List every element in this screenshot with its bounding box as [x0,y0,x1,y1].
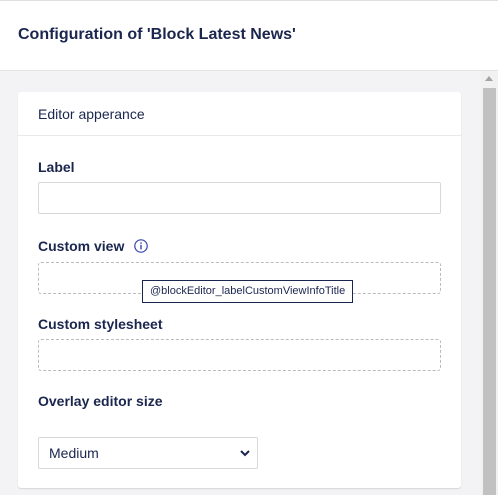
chevron-down-icon [240,450,250,457]
vertical-scrollbar[interactable] [481,71,498,495]
overlay-size-field-label: Overlay editor size [38,393,163,409]
dialog-header: Configuration of 'Block Latest News' [0,0,498,71]
scroll-up-arrow-icon[interactable] [485,76,493,81]
editor-appearance-card: Editor apperance Label Custom view Custo… [18,92,461,488]
card-title: Editor apperance [38,106,145,122]
card-header: Editor apperance [18,92,461,136]
overlay-size-select[interactable]: Medium [38,437,258,469]
info-icon[interactable] [134,239,149,253]
dialog-title: Configuration of 'Block Latest News' [18,26,296,43]
overlay-size-selected-value: Medium [49,445,99,461]
custom-stylesheet-picker[interactable] [38,339,441,371]
label-input[interactable] [38,182,441,214]
dialog-content: Editor apperance Label Custom view Custo… [0,71,498,495]
label-field-label: Label [38,159,75,175]
custom-view-info-tooltip: @blockEditor_labelCustomViewInfoTitle [142,280,354,303]
custom-view-label-text: Custom view [38,238,125,254]
custom-view-field-label: Custom view [38,238,149,254]
scrollbar-thumb[interactable] [483,88,496,495]
custom-stylesheet-field-label: Custom stylesheet [38,316,163,332]
